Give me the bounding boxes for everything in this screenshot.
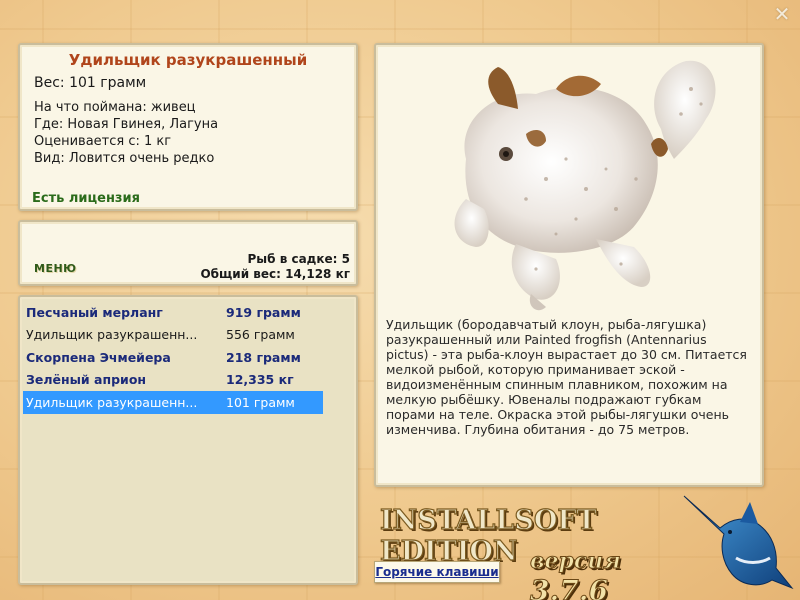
fish-weight: Вес: 101 грамм: [34, 75, 147, 91]
rated-from: Оценивается с: 1 кг: [34, 134, 172, 149]
fish-title: Удильщик разукрашенный: [68, 51, 308, 69]
version-number: 3.7.6: [530, 574, 609, 600]
list-item-weight: 218 грамм: [226, 349, 301, 365]
edition-logo: INSTALLSOFT EDITION: [379, 504, 597, 567]
fish-description: Удильщик (бородавчатый клоун, рыба-лягуш…: [386, 317, 747, 437]
list-item-weight: 101 грамм: [226, 394, 295, 410]
keepnet-summary-panel: МЕНЮ Рыб в садке: 5 Общий вес: 14,128 кг: [18, 220, 358, 286]
list-item-name: Скорпена Эчмейера: [26, 349, 171, 365]
version-label: версия 3.7.6: [530, 548, 700, 600]
fish-info-panel: Удильщик разукрашенный Вес: 101 грамм На…: [18, 43, 358, 211]
list-item-name: Зелёный априон: [26, 372, 147, 388]
license-status: Есть лицензия: [32, 191, 140, 206]
list-item-name: Удильщик разукрашенн...: [26, 394, 198, 410]
list-item-weight: 919 грамм: [226, 304, 301, 320]
list-item-weight: 12,335 кг: [226, 372, 294, 388]
marlin-icon: [680, 488, 800, 600]
list-item[interactable]: Скорпена Эчмейера 218 грамм: [23, 346, 353, 369]
list-item-name: Песчаный мерланг: [26, 304, 163, 320]
fish-picture-panel: Удильщик (бородавчатый клоун, рыба-лягуш…: [374, 43, 764, 487]
list-item-name: Удильщик разукрашенн...: [26, 327, 198, 343]
catch-list[interactable]: Песчаный мерланг 919 грамм Удильщик разу…: [18, 295, 358, 585]
hotkeys-link[interactable]: Горячие клавиши: [374, 561, 500, 583]
fish-rarity: Вид: Ловится очень редко: [34, 151, 215, 166]
list-item-weight: 556 грамм: [226, 327, 295, 343]
frogfish-image: [406, 49, 736, 319]
list-item[interactable]: Песчаный мерланг 919 грамм: [23, 301, 353, 324]
keepnet-stats: Рыб в садке: 5 Общий вес: 14,128 кг: [200, 252, 350, 282]
caught-on: На что поймана: живец: [34, 100, 196, 115]
list-item[interactable]: Зелёный априон 12,335 кг: [23, 369, 353, 392]
close-icon[interactable]: ✕: [772, 4, 792, 24]
catch-location: Где: Новая Гвинея, Лагуна: [34, 117, 219, 132]
version-word: версия: [530, 548, 622, 575]
fish-count: Рыб в садке: 5: [247, 252, 351, 266]
total-weight: Общий вес: 14,128 кг: [200, 267, 350, 281]
menu-button[interactable]: МЕНЮ: [34, 262, 77, 275]
list-item[interactable]: Удильщик разукрашенн... 556 грамм: [23, 324, 353, 347]
list-item[interactable]: Удильщик разукрашенн... 101 грамм: [23, 391, 323, 414]
